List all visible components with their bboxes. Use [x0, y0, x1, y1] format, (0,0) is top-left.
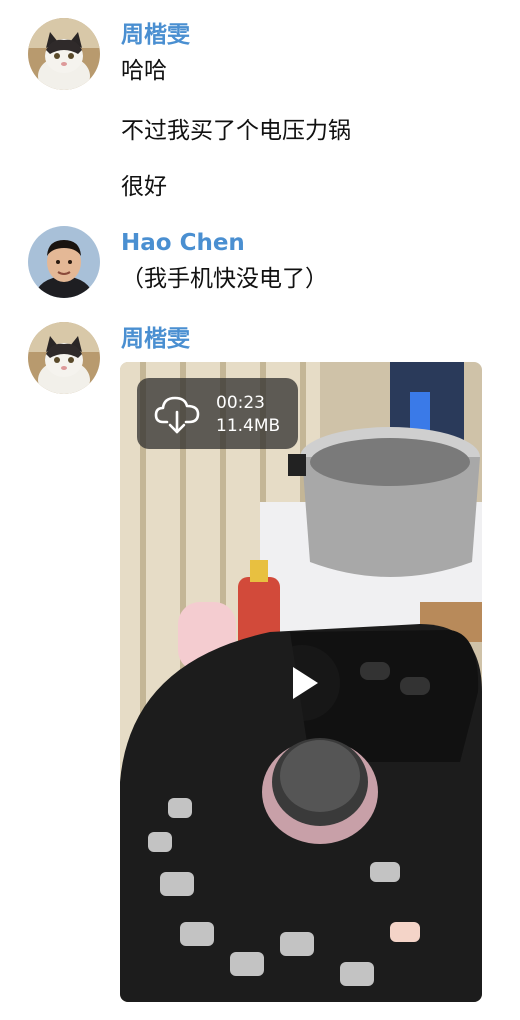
chat-thread: 周楷雯 哈哈 不过我买了个电压力锅 很好 Hao Chen （我手机快没电了） — [0, 0, 520, 1020]
sender-name[interactable]: Hao Chen — [121, 228, 245, 258]
message-text[interactable]: （我手机快没电了） — [121, 264, 328, 294]
cloud-download-icon[interactable] — [154, 392, 200, 436]
cat-avatar-icon — [28, 322, 100, 394]
message-text[interactable]: 很好 — [121, 172, 167, 202]
play-button[interactable] — [264, 645, 340, 721]
sender-name[interactable]: 周楷雯 — [121, 324, 190, 354]
person-avatar-icon — [28, 226, 100, 298]
cat-avatar-icon — [28, 18, 100, 90]
avatar[interactable] — [28, 18, 100, 90]
download-badge[interactable]: 00:23 11.4MB — [137, 378, 298, 449]
video-message[interactable]: 00:23 11.4MB — [120, 362, 482, 1002]
message-text[interactable]: 哈哈 — [121, 56, 167, 86]
sender-name[interactable]: 周楷雯 — [121, 20, 190, 50]
message-text[interactable]: 不过我买了个电压力锅 — [121, 116, 351, 146]
avatar[interactable] — [28, 322, 100, 394]
play-icon[interactable] — [264, 645, 340, 721]
video-duration: 00:23 — [216, 393, 265, 413]
video-file-size: 11.4MB — [216, 416, 281, 436]
avatar[interactable] — [28, 226, 100, 298]
